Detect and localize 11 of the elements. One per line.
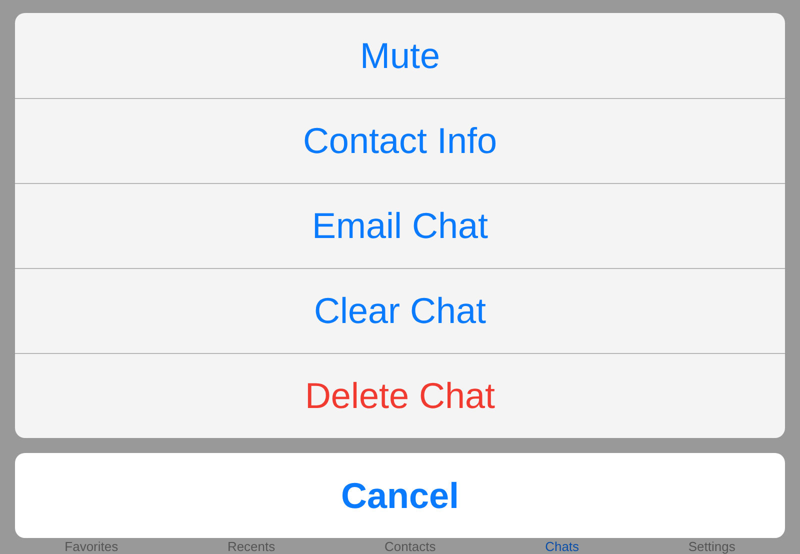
tab-label[interactable]: Settings <box>688 540 736 552</box>
menu-item[interactable]: Clear Chat <box>15 268 785 353</box>
menu-item[interactable]: Delete Chat <box>15 353 785 438</box>
menu-item[interactable]: Contact Info <box>15 98 785 183</box>
tab-label[interactable]: Favorites <box>64 540 118 552</box>
tab-label[interactable]: Recents <box>227 540 276 552</box>
cancel-button[interactable]: Cancel <box>15 453 785 538</box>
tab-label[interactable]: Chats <box>545 540 580 552</box>
menu-item[interactable]: Email Chat <box>15 183 785 268</box>
tab-label[interactable]: Contacts <box>384 540 436 552</box>
menu-item[interactable]: Mute <box>15 13 785 98</box>
